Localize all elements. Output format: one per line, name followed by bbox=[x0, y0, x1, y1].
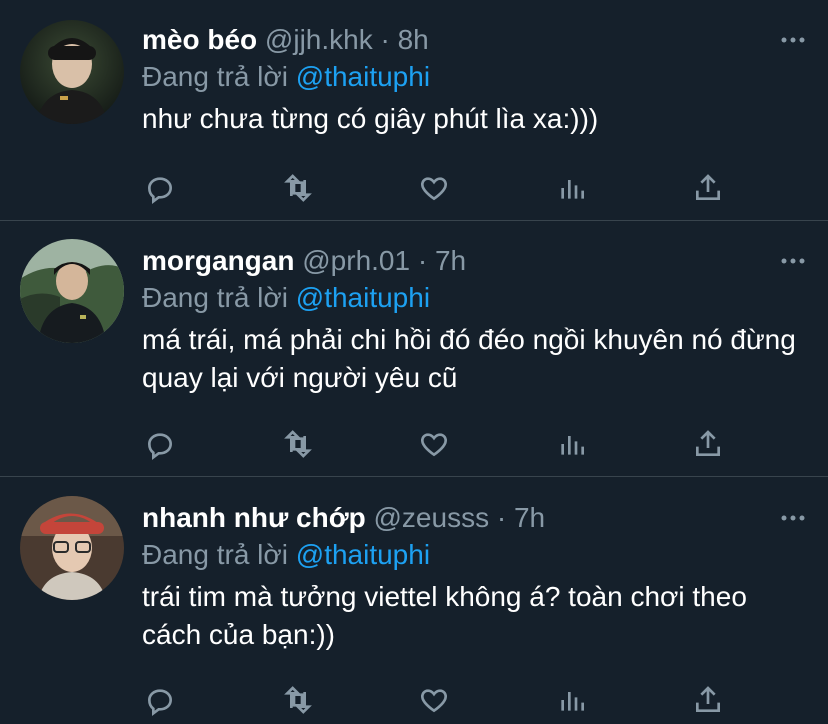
tweet-actions bbox=[140, 424, 740, 464]
tweet-header: nhanh như chớp @zeusss · 7h bbox=[142, 500, 808, 536]
tweet-text: má trái, má phải chi hồi đó đéo ngồi khu… bbox=[142, 324, 796, 393]
more-icon[interactable] bbox=[778, 243, 808, 279]
timestamp[interactable]: 7h bbox=[514, 502, 545, 533]
tweet-text: trái tim mà tưởng viettel không á? toàn … bbox=[142, 581, 747, 650]
like-icon[interactable] bbox=[414, 424, 454, 464]
tweet-actions bbox=[140, 680, 740, 720]
avatar[interactable] bbox=[20, 239, 124, 343]
separator-dot: · bbox=[496, 502, 507, 533]
retweet-icon[interactable] bbox=[278, 424, 318, 464]
analytics-icon[interactable] bbox=[552, 424, 592, 464]
share-icon[interactable] bbox=[688, 680, 728, 720]
timestamp[interactable]: 8h bbox=[398, 24, 429, 55]
avatar[interactable] bbox=[20, 496, 124, 600]
display-name[interactable]: mèo béo bbox=[142, 24, 257, 55]
tweet-text: như chưa từng có giây phút lìa xa:))) bbox=[142, 103, 599, 134]
more-icon[interactable] bbox=[778, 500, 808, 536]
timestamp[interactable]: 7h bbox=[435, 245, 466, 276]
replying-to: Đang trả lời @thaituphi bbox=[142, 536, 808, 574]
analytics-icon[interactable] bbox=[552, 680, 592, 720]
like-icon[interactable] bbox=[414, 680, 454, 720]
display-name[interactable]: morgangan bbox=[142, 245, 294, 276]
reply-icon[interactable] bbox=[140, 168, 180, 208]
separator-dot: · bbox=[417, 245, 428, 276]
avatar[interactable] bbox=[20, 20, 124, 124]
tweet-header: morgangan @prh.01 · 7h bbox=[142, 243, 808, 279]
retweet-icon[interactable] bbox=[278, 680, 318, 720]
like-icon[interactable] bbox=[414, 168, 454, 208]
tweet-actions bbox=[140, 168, 740, 208]
tweet[interactable]: mèo béo @jjh.khk · 8h Đang trả lời @thai… bbox=[0, 0, 828, 221]
replying-prefix: Đang trả lời bbox=[142, 539, 296, 570]
mention-link[interactable]: @thaituphi bbox=[296, 539, 430, 570]
mention-link[interactable]: @thaituphi bbox=[296, 282, 430, 313]
user-handle[interactable]: @zeusss bbox=[374, 502, 490, 533]
tweet-header: mèo béo @jjh.khk · 8h bbox=[142, 22, 808, 58]
display-name[interactable]: nhanh như chớp bbox=[142, 502, 366, 533]
replying-to: Đang trả lời @thaituphi bbox=[142, 279, 808, 317]
more-icon[interactable] bbox=[778, 22, 808, 58]
reply-icon[interactable] bbox=[140, 680, 180, 720]
replying-prefix: Đang trả lời bbox=[142, 282, 296, 313]
replying-to: Đang trả lời @thaituphi bbox=[142, 58, 808, 96]
share-icon[interactable] bbox=[688, 168, 728, 208]
mention-link[interactable]: @thaituphi bbox=[296, 61, 430, 92]
retweet-icon[interactable] bbox=[278, 168, 318, 208]
replying-prefix: Đang trả lời bbox=[142, 61, 296, 92]
separator-dot: · bbox=[380, 24, 390, 55]
share-icon[interactable] bbox=[688, 424, 728, 464]
reply-icon[interactable] bbox=[140, 424, 180, 464]
user-handle[interactable]: @prh.01 bbox=[302, 245, 410, 276]
analytics-icon[interactable] bbox=[552, 168, 592, 208]
user-handle[interactable]: @jjh.khk bbox=[265, 24, 373, 55]
